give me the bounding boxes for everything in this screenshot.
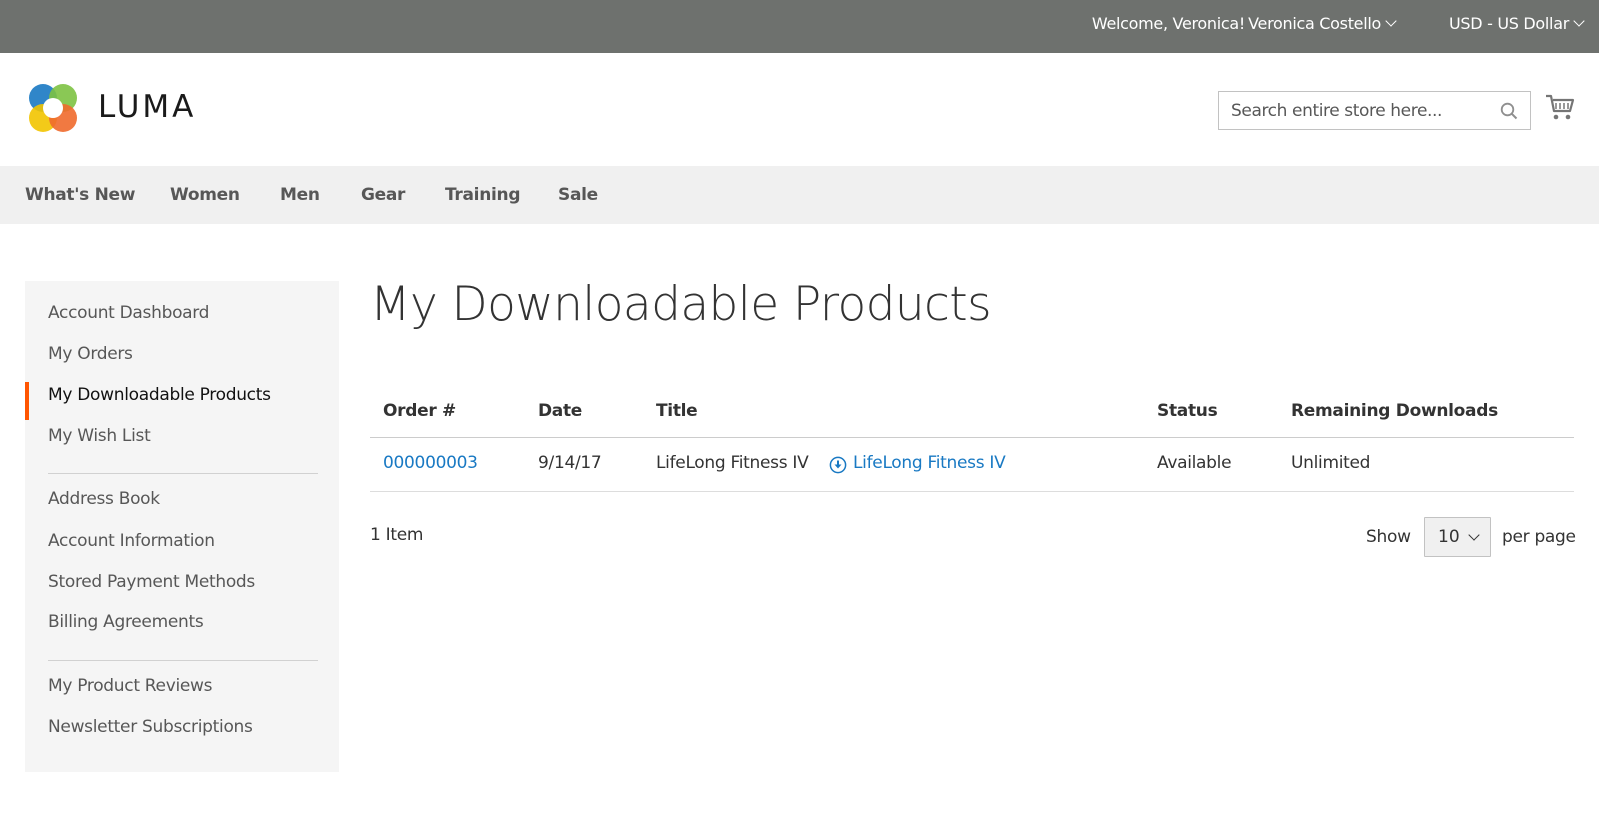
sidebar-item-account-dashboard[interactable]: Account Dashboard — [48, 303, 209, 323]
download-icon[interactable] — [829, 456, 847, 474]
table-row-divider — [370, 491, 1574, 492]
store-logo[interactable]: LUMA — [25, 80, 210, 136]
sidebar-item-newsletter-subscriptions[interactable]: Newsletter Subscriptions — [48, 717, 253, 737]
nav-item-women[interactable]: Women — [170, 185, 240, 205]
currency-switcher[interactable]: USD - US Dollar — [1449, 14, 1585, 33]
luma-logo-icon — [29, 84, 77, 132]
nav-item-gear[interactable]: Gear — [361, 185, 405, 205]
main-navigation: What's New Women Men Gear Training Sale — [0, 166, 1599, 224]
customer-menu-toggle[interactable]: Veronica Costello — [1248, 14, 1397, 33]
order-date: 9/14/17 — [538, 453, 602, 473]
top-panel: Welcome, Veronica! Veronica Costello USD… — [0, 0, 1599, 53]
column-header-date: Date — [538, 401, 583, 421]
sidebar-item-my-downloadable-products: My Downloadable Products — [48, 385, 271, 405]
sidebar-item-stored-payment-methods[interactable]: Stored Payment Methods — [48, 572, 255, 592]
limiter-select[interactable]: 10 — [1424, 517, 1491, 557]
currency-label: USD - US Dollar — [1449, 14, 1569, 33]
sidebar-item-my-product-reviews[interactable]: My Product Reviews — [48, 676, 213, 696]
sidebar-item-billing-agreements[interactable]: Billing Agreements — [48, 612, 204, 632]
chevron-down-icon — [1468, 529, 1480, 541]
cart-icon[interactable] — [1545, 92, 1575, 122]
sidebar-divider — [48, 660, 318, 661]
product-title: LifeLong Fitness IV — [656, 453, 809, 473]
column-header-order: Order # — [383, 401, 456, 421]
sidebar-item-my-wish-list[interactable]: My Wish List — [48, 426, 151, 446]
active-item-marker — [25, 382, 29, 420]
chevron-down-icon — [1573, 15, 1585, 27]
limiter-label: Show — [1366, 527, 1411, 547]
sidebar-item-address-book[interactable]: Address Book — [48, 489, 160, 509]
nav-item-men[interactable]: Men — [280, 185, 320, 205]
page-header: LUMA — [0, 53, 1599, 166]
account-sidebar: Account Dashboard My Orders My Downloada… — [25, 281, 339, 772]
limiter-per-page-label: per page — [1502, 527, 1576, 547]
search-box — [1218, 91, 1531, 130]
logo-wordmark: LUMA — [98, 89, 197, 125]
column-header-remaining-downloads: Remaining Downloads — [1291, 401, 1498, 421]
nav-item-whats-new[interactable]: What's New — [25, 185, 135, 205]
toolbar-amount: 1 Item — [370, 525, 424, 545]
column-header-title: Title — [656, 401, 698, 421]
nav-item-training[interactable]: Training — [445, 185, 521, 205]
sidebar-divider — [48, 473, 318, 474]
search-icon[interactable] — [1500, 102, 1518, 120]
limiter-value: 10 — [1438, 527, 1460, 547]
sidebar-item-my-orders[interactable]: My Orders — [48, 344, 133, 364]
customer-name: Veronica Costello — [1248, 14, 1381, 33]
nav-item-sale[interactable]: Sale — [558, 185, 598, 205]
search-input[interactable] — [1219, 92, 1489, 129]
order-number-link[interactable]: 000000003 — [383, 453, 478, 473]
page-title: My Downloadable Products — [370, 277, 992, 332]
column-header-status: Status — [1157, 401, 1218, 421]
remaining-downloads: Unlimited — [1291, 453, 1371, 473]
download-link[interactable]: LifeLong Fitness IV — [853, 453, 1006, 473]
download-status: Available — [1157, 453, 1232, 473]
table-header-divider — [370, 437, 1574, 438]
sidebar-item-account-information[interactable]: Account Information — [48, 531, 215, 551]
welcome-message: Welcome, Veronica! — [1091, 14, 1245, 33]
chevron-down-icon — [1385, 15, 1397, 27]
